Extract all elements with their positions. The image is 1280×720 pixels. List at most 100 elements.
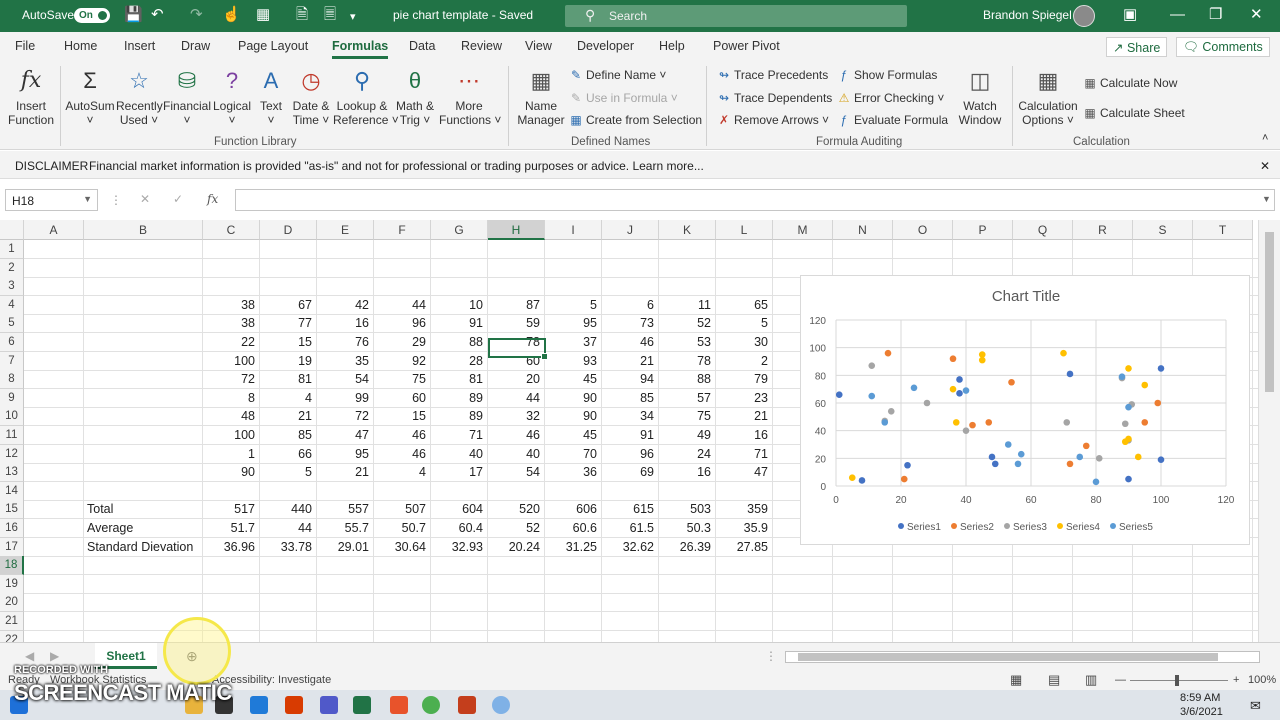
zoom-out-icon[interactable]: — (1115, 674, 1126, 686)
column-header-q[interactable]: Q (1013, 220, 1073, 240)
data-cell[interactable]: 95 (545, 314, 602, 333)
summary-cell[interactable]: 60.6 (545, 519, 602, 538)
selected-cell-h18[interactable] (488, 338, 548, 360)
summary-cell[interactable]: 503 (659, 500, 716, 519)
document-title[interactable]: pie chart template - Saved (393, 8, 533, 22)
remove-arrows-button[interactable]: ✗ Remove Arrows ˅ (717, 113, 829, 127)
summary-cell[interactable]: 32.93 (431, 538, 488, 557)
data-cell[interactable]: 36 (545, 463, 602, 482)
date-time-button[interactable]: ◷ Date & Time ˅ (289, 67, 333, 127)
close-disclaimer-icon[interactable]: ✕ (1260, 159, 1270, 173)
disclaimer-text[interactable]: Financial market information is provided… (89, 159, 704, 173)
row-header-2[interactable]: 2 (0, 258, 24, 278)
data-cell[interactable]: 30 (716, 333, 773, 352)
calculate-now-button[interactable]: ▦ Calculate Now (1083, 76, 1177, 90)
data-cell[interactable]: 78 (659, 352, 716, 371)
data-cell[interactable]: 90 (203, 463, 260, 482)
data-cell[interactable]: 1 (203, 445, 260, 464)
data-cell[interactable]: 60 (374, 389, 431, 408)
column-header-t[interactable]: T (1193, 220, 1253, 240)
expand-formula-icon[interactable]: ▼ (1262, 194, 1271, 204)
horizontal-scrollbar[interactable] (785, 651, 1260, 663)
data-cell[interactable]: 47 (317, 426, 374, 445)
data-cell[interactable]: 38 (203, 314, 260, 333)
data-cell[interactable]: 54 (488, 463, 545, 482)
data-cell[interactable]: 88 (659, 370, 716, 389)
summary-cell[interactable]: 26.39 (659, 538, 716, 557)
data-cell[interactable]: 87 (488, 296, 545, 315)
mail-icon[interactable] (250, 696, 268, 714)
tab-help[interactable]: Help (659, 39, 685, 53)
tab-review[interactable]: Review (461, 39, 502, 53)
data-cell[interactable]: 85 (260, 426, 317, 445)
tab-view[interactable]: View (525, 39, 552, 53)
column-header-a[interactable]: A (24, 220, 84, 240)
row-header-21[interactable]: 21 (0, 612, 24, 631)
formula-input[interactable] (235, 189, 1275, 211)
row-header-15[interactable]: 15 (0, 500, 24, 520)
vertical-scrollbar[interactable] (1258, 220, 1280, 642)
data-cell[interactable]: 89 (431, 389, 488, 408)
data-cell[interactable]: 37 (545, 333, 602, 352)
data-cell[interactable]: 94 (602, 370, 659, 389)
column-header-j[interactable]: J (602, 220, 659, 240)
normal-view-icon[interactable]: ▦ (1010, 672, 1022, 688)
data-cell[interactable]: 100 (203, 426, 260, 445)
open-file-icon[interactable]: 🗏 (324, 7, 336, 23)
data-cell[interactable]: 88 (431, 333, 488, 352)
data-cell[interactable]: 99 (317, 389, 374, 408)
data-cell[interactable]: 29 (374, 333, 431, 352)
show-formulas-button[interactable]: ƒ Show Formulas (837, 68, 938, 82)
row-header-20[interactable]: 20 (0, 593, 24, 613)
row-header-10[interactable]: 10 (0, 407, 24, 427)
data-cell[interactable]: 16 (659, 463, 716, 482)
name-box[interactable]: H18 ▼ (5, 189, 98, 211)
summary-cell[interactable]: 33.78 (260, 538, 317, 557)
data-cell[interactable]: 45 (545, 426, 602, 445)
data-cell[interactable]: 75 (659, 407, 716, 426)
tab-home[interactable]: Home (64, 39, 97, 53)
data-cell[interactable]: 89 (431, 407, 488, 426)
data-cell[interactable]: 71 (716, 445, 773, 464)
data-cell[interactable]: 100 (203, 352, 260, 371)
prev-sheet-icon[interactable]: ◀ (25, 649, 34, 663)
row-header-7[interactable]: 7 (0, 351, 24, 371)
summary-cell[interactable]: 55.7 (317, 519, 374, 538)
teams-icon[interactable] (320, 696, 338, 714)
evaluate-formula-button[interactable]: ƒ Evaluate Formula (837, 113, 948, 127)
data-cell[interactable]: 49 (659, 426, 716, 445)
cancel-icon[interactable]: ✕ (140, 192, 150, 206)
row-header-18[interactable]: 18 (0, 556, 24, 576)
redo-icon[interactable]: ↷ (190, 7, 203, 23)
calculation-options-button[interactable]: ▦ Calculation Options ˅ (1017, 67, 1079, 127)
data-cell[interactable]: 96 (374, 314, 431, 333)
data-cell[interactable]: 24 (659, 445, 716, 464)
data-cell[interactable]: 77 (260, 314, 317, 333)
data-cell[interactable]: 21 (716, 407, 773, 426)
page-layout-view-icon[interactable]: ▤ (1048, 672, 1060, 688)
data-cell[interactable]: 91 (431, 314, 488, 333)
data-cell[interactable]: 76 (317, 333, 374, 352)
create-from-selection-button[interactable]: ▦ Create from Selection (569, 113, 702, 127)
data-cell[interactable]: 69 (602, 463, 659, 482)
data-cell[interactable]: 54 (317, 370, 374, 389)
avatar[interactable] (1073, 5, 1095, 27)
text-button[interactable]: A Text ˅ (255, 67, 287, 127)
data-cell[interactable]: 15 (260, 333, 317, 352)
touch-mode-icon[interactable]: ☝ (222, 7, 241, 23)
watch-window-button[interactable]: ◫ Watch Window (955, 67, 1005, 127)
row-header-16[interactable]: 16 (0, 519, 24, 538)
tab-page-layout[interactable]: Page Layout (238, 39, 308, 53)
trace-precedents-button[interactable]: ↬ Trace Precedents (717, 68, 828, 82)
column-header-r[interactable]: R (1073, 220, 1133, 240)
zoom-in-icon[interactable]: + (1233, 674, 1239, 686)
data-cell[interactable]: 40 (431, 445, 488, 464)
data-cell[interactable]: 46 (488, 426, 545, 445)
split-handle-icon[interactable]: ⋮ (765, 649, 777, 663)
column-header-i[interactable]: I (545, 220, 602, 240)
data-cell[interactable]: 72 (317, 407, 374, 426)
tab-insert[interactable]: Insert (124, 39, 155, 53)
summary-cell[interactable]: 31.25 (545, 538, 602, 557)
column-header-m[interactable]: M (773, 220, 833, 240)
row-header-3[interactable]: 3 (0, 277, 24, 297)
